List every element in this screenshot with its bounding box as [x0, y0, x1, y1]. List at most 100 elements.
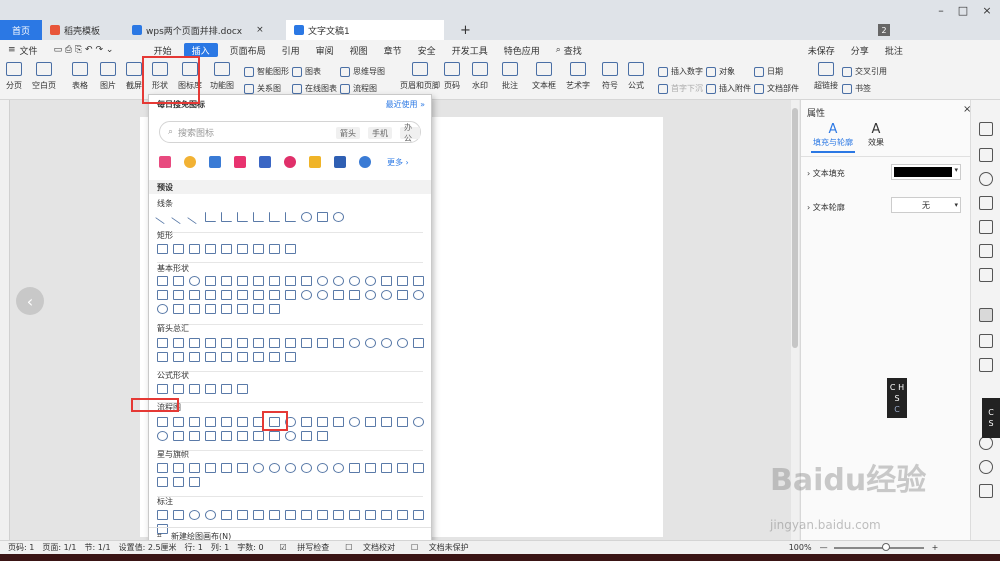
badge-icon[interactable]: [284, 156, 296, 168]
arc-shape[interactable]: [173, 304, 184, 314]
rect-shape[interactable]: [157, 244, 168, 254]
triangle-shape[interactable]: [205, 276, 216, 286]
bent-arrow-shape[interactable]: [285, 338, 296, 348]
rounded-callout-shape[interactable]: [173, 510, 184, 520]
flow-decision-shape[interactable]: [189, 417, 200, 427]
round4-rect-shape[interactable]: [285, 244, 296, 254]
rect-callout-shape[interactable]: [157, 510, 168, 520]
blankpage-button[interactable]: 空白页: [32, 62, 56, 91]
info-icon[interactable]: [979, 484, 993, 498]
flow-connector-shape[interactable]: [349, 417, 360, 427]
flow-internal-storage-shape[interactable]: [237, 417, 248, 427]
grid-icon[interactable]: [979, 220, 993, 234]
snip-rect-shape[interactable]: [189, 244, 200, 254]
flowchart-button[interactable]: 流程图: [340, 83, 377, 94]
status-words[interactable]: 字数: 0: [237, 542, 263, 553]
hexagon-shape[interactable]: [301, 276, 312, 286]
quick-access-toolbar[interactable]: ▭ ⎙ ⎘ ↶ ↷ ⌄: [46, 40, 146, 60]
notched-right-arrow-shape[interactable]: [157, 352, 168, 362]
quad-arrow-shape[interactable]: [253, 338, 264, 348]
decagon-shape[interactable]: [349, 276, 360, 286]
trophy-icon[interactable]: [309, 156, 321, 168]
left-arrow-callout-shape[interactable]: [237, 352, 248, 362]
parallelogram-shape[interactable]: [237, 276, 248, 286]
arrow-line-shape[interactable]: [171, 209, 186, 225]
down-arrow-callout-shape[interactable]: [221, 352, 232, 362]
elbow-double-arrow-shape[interactable]: [237, 212, 248, 222]
menu-review[interactable]: 审阅: [308, 40, 342, 60]
tab-fill-outline[interactable]: A 填充与轮廓: [811, 122, 855, 153]
annotate-button[interactable]: 批注: [877, 40, 911, 60]
status-page[interactable]: 页面: 1/1: [42, 542, 76, 553]
zoom-in-icon[interactable]: +: [932, 543, 939, 552]
textbox-shape[interactable]: [157, 276, 168, 286]
file-menu[interactable]: ≡ 文件: [0, 40, 46, 60]
share-button[interactable]: 分享: [843, 40, 877, 60]
text-fill-select[interactable]: ▾: [891, 164, 961, 180]
tab-template[interactable]: 稻壳模板: [42, 20, 122, 40]
freeform-shape[interactable]: [317, 212, 328, 222]
frame-shape[interactable]: [157, 290, 168, 300]
flow-magnetic-disk-shape[interactable]: [285, 431, 296, 441]
left-brace-shape[interactable]: [253, 304, 264, 314]
close-window-icon[interactable]: ×: [974, 0, 1000, 20]
striped-right-arrow-shape[interactable]: [413, 338, 424, 348]
heptagon-shape[interactable]: [317, 276, 328, 286]
border-callout2-shape[interactable]: [365, 510, 376, 520]
octagon-shape[interactable]: [333, 276, 344, 286]
double-arrow-line-shape[interactable]: [187, 209, 202, 225]
heart-icon[interactable]: [234, 156, 246, 168]
sun-shape[interactable]: [413, 290, 424, 300]
double-wave-shape[interactable]: [189, 477, 200, 487]
menu-search[interactable]: ⌕ 查找: [548, 40, 590, 60]
left-bracket-shape[interactable]: [221, 304, 232, 314]
tab-count-badge[interactable]: 2: [878, 24, 890, 36]
left-arrow-shape[interactable]: [173, 338, 184, 348]
trapezoid-shape[interactable]: [253, 276, 264, 286]
curved-up-arrow-shape[interactable]: [381, 338, 392, 348]
cursor-icon[interactable]: [979, 148, 993, 162]
flow-sequential-access-shape[interactable]: [269, 431, 280, 441]
flow-card-shape[interactable]: [381, 417, 392, 427]
menu-developer[interactable]: 开发工具: [444, 40, 496, 60]
curved-double-arrow-shape[interactable]: [285, 212, 296, 222]
right-arrow-callout-shape[interactable]: [205, 352, 216, 362]
docpart-button[interactable]: 文档部件: [754, 83, 799, 94]
accent-callout3-shape[interactable]: [317, 510, 328, 520]
left-right-arrow-callout-shape[interactable]: [269, 352, 280, 362]
phone-icon[interactable]: [334, 156, 346, 168]
mindmap-button[interactable]: 思维导图: [340, 66, 385, 77]
minus-shape[interactable]: [173, 384, 184, 394]
up-down-arrow-shape[interactable]: [237, 338, 248, 348]
dodecagon-shape[interactable]: [365, 276, 376, 286]
right-triangle-shape[interactable]: [221, 276, 232, 286]
star32-shape[interactable]: [333, 463, 344, 473]
plus-shape[interactable]: [157, 384, 168, 394]
flow-sort-shape[interactable]: [189, 431, 200, 441]
bulb-icon[interactable]: [184, 156, 196, 168]
left-right-arrow-shape[interactable]: [221, 338, 232, 348]
input-method-indicator[interactable]: C HSC: [887, 378, 907, 418]
star5-shape[interactable]: [205, 463, 216, 473]
pagebreak-button[interactable]: 分页: [6, 62, 22, 91]
globe-icon[interactable]: [359, 156, 371, 168]
l-shape[interactable]: [189, 290, 200, 300]
hyperlink-button[interactable]: 超链接: [814, 62, 838, 91]
picture-button[interactable]: 图片: [100, 62, 116, 91]
accent-callout4-shape[interactable]: [333, 510, 344, 520]
object-button[interactable]: 对象: [706, 66, 735, 77]
insertnum-button[interactable]: 插入数字: [658, 66, 703, 77]
curved-down-arrow-shape[interactable]: [397, 338, 408, 348]
star10-shape[interactable]: [269, 463, 280, 473]
status-protect[interactable]: ☐ 文档未保护: [403, 542, 469, 553]
flow-manual-input-shape[interactable]: [317, 417, 328, 427]
folded-corner-shape[interactable]: [349, 290, 360, 300]
curve-shape[interactable]: [301, 212, 312, 222]
left-right-up-arrow-shape[interactable]: [269, 338, 280, 348]
symbol-button[interactable]: 符号: [602, 62, 618, 91]
border-callout4-shape[interactable]: [397, 510, 408, 520]
smiley-shape[interactable]: [365, 290, 376, 300]
diamond-shape[interactable]: [269, 276, 280, 286]
more-icons-link[interactable]: 更多 ›: [387, 157, 409, 168]
round1-rect-shape[interactable]: [237, 244, 248, 254]
